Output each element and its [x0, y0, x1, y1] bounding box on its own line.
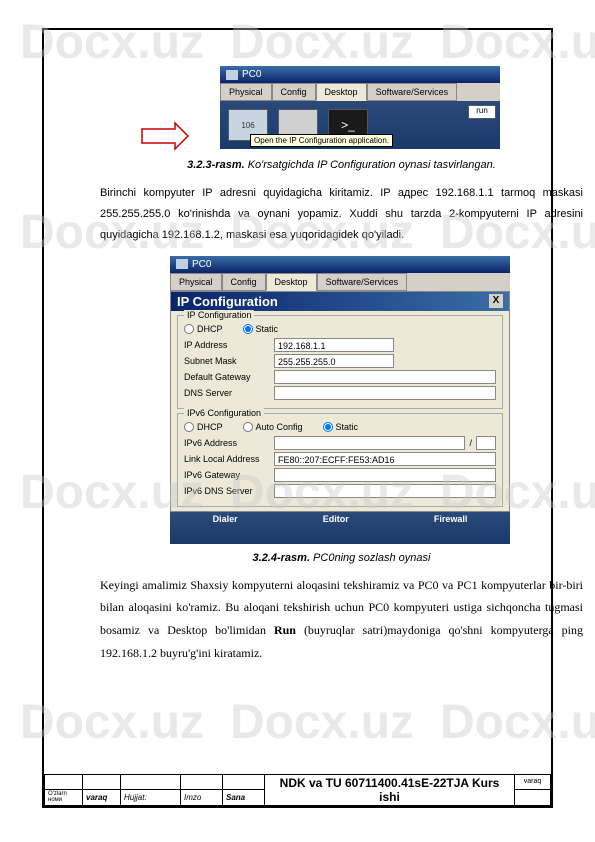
ipv6-prefix-field[interactable] — [476, 436, 496, 450]
paragraph-2: Keyingi amalimiz Shaxsiy kompyuterni alo… — [100, 574, 583, 665]
gateway-field[interactable] — [274, 370, 496, 384]
ipv4-group: IP Configuration DHCP Static IP Address1… — [177, 315, 503, 409]
footer-cell — [181, 775, 223, 790]
radio-label: DHCP — [197, 324, 223, 334]
arrow-pointer-icon — [140, 121, 190, 151]
link-local-label: Link Local Address — [184, 454, 274, 464]
caption-text: Ko'rsatgichda IP Configuration oynasi ta… — [245, 159, 496, 171]
dialer-label: Dialer — [213, 514, 238, 524]
footer-col4: Imzo — [181, 789, 223, 805]
ipconfig-header: IP Configuration X — [171, 292, 509, 311]
footer-col5: Sana — [223, 789, 265, 805]
radio-static-input[interactable] — [243, 324, 253, 334]
tab-software[interactable]: Software/Services — [317, 273, 408, 291]
dns-label: DNS Server — [184, 388, 274, 398]
group-legend: IPv6 Configuration — [184, 408, 264, 418]
window-title-text: PC0 — [242, 69, 261, 80]
caption-number: 3.2.3-rasm. — [187, 159, 244, 171]
radio-static6[interactable]: Static — [323, 422, 359, 432]
ipv6-address-label: IPv6 Address — [184, 438, 274, 448]
paragraph-1: Birinchi kompyuter IP adresni quyidagich… — [100, 183, 583, 246]
tab-config[interactable]: Config — [272, 83, 316, 101]
radio-label: Auto Config — [256, 422, 303, 432]
subnet-mask-field[interactable]: 255.255.255.0 — [274, 354, 394, 368]
caption-number: 3.2.4-rasm. — [253, 552, 310, 564]
tooltip: Open the IP Configuration application. — [250, 134, 393, 147]
subnet-mask-label: Subnet Mask — [184, 356, 274, 366]
tab-strip: Physical Config Desktop Software/Service… — [220, 83, 500, 101]
prefix-slash: / — [465, 438, 476, 448]
content-area: PC0 Physical Config Desktop Software/Ser… — [100, 66, 583, 675]
tab-strip-2: Physical Config Desktop Software/Service… — [170, 273, 510, 291]
tab-software[interactable]: Software/Services — [367, 83, 458, 101]
footer-page-number — [515, 789, 551, 805]
icon-label: 106 — [241, 121, 254, 130]
dns-field[interactable] — [274, 386, 496, 400]
ipconfig-panel: IP Configuration X IP Configuration DHCP… — [170, 291, 510, 512]
ipv6-dns-field[interactable] — [274, 484, 496, 498]
terminal-prompt: >_ — [341, 118, 355, 132]
footer-cell — [45, 775, 83, 790]
group-legend: IP Configuration — [184, 310, 254, 320]
radio-dhcp6-input[interactable] — [184, 422, 194, 432]
screenshot-ipconfig: PC0 Physical Config Desktop Software/Ser… — [170, 256, 510, 544]
tab-config[interactable]: Config — [222, 273, 266, 291]
ipv6-dns-label: IPv6 DNS Server — [184, 486, 274, 496]
footer-cell — [83, 775, 121, 790]
bottom-apps: Dialer Editor Firewall — [170, 512, 510, 544]
ipv6-group: IPv6 Configuration DHCP Auto Config Stat… — [177, 413, 503, 507]
ipv6-gateway-label: IPv6 Gateway — [184, 470, 274, 480]
footer-col2: varaq — [83, 789, 121, 805]
tab-desktop[interactable]: Desktop — [316, 83, 367, 101]
close-button[interactable]: X — [489, 294, 503, 308]
caption-text: PC0ning sozlash oynasi — [310, 552, 430, 564]
para2-run-bold: Run — [274, 623, 296, 637]
figure-caption-2: 3.2.4-rasm. PC0ning sozlash oynasi — [100, 552, 583, 564]
window-icon — [176, 259, 188, 269]
radio-dhcp6[interactable]: DHCP — [184, 422, 223, 432]
editor-label: Editor — [323, 514, 349, 524]
figure-caption-1: 3.2.3-rasm. Ko'rsatgichda IP Configurati… — [100, 159, 583, 171]
firewall-label: Firewall — [434, 514, 468, 524]
ip-address-field[interactable]: 192.168.1.1 — [274, 338, 394, 352]
window-titlebar-2: PC0 — [170, 256, 510, 273]
tab-physical[interactable]: Physical — [170, 273, 222, 291]
page-frame: PC0 Physical Config Desktop Software/Ser… — [42, 28, 553, 808]
footer-cell — [121, 775, 181, 790]
footer-varaq-header: varaq — [515, 775, 551, 790]
footer-cell — [223, 775, 265, 790]
footer-col1: O'zlarn номи — [45, 789, 83, 805]
tab-physical[interactable]: Physical — [220, 83, 272, 101]
radio-dhcp[interactable]: DHCP — [184, 324, 223, 334]
footer-col3: Hujjat: — [121, 789, 181, 805]
gateway-label: Default Gateway — [184, 372, 274, 382]
tab-desktop[interactable]: Desktop — [266, 273, 317, 291]
ipv4-radio-row: DHCP Static — [184, 324, 496, 334]
radio-label: DHCP — [197, 422, 223, 432]
footer-table: NDK va TU 60711400.41sE-22TJA Kurs ishi … — [44, 774, 551, 806]
ipv6-address-field[interactable] — [274, 436, 465, 450]
radio-autoconfig[interactable]: Auto Config — [243, 422, 303, 432]
radio-label: Static — [336, 422, 359, 432]
ipconfig-title: IP Configuration — [177, 294, 278, 309]
ip-address-label: IP Address — [184, 340, 274, 350]
radio-label: Static — [256, 324, 279, 334]
screenshot-pc0-desktop: PC0 Physical Config Desktop Software/Ser… — [220, 66, 500, 149]
footer-title: NDK va TU 60711400.41sE-22TJA Kurs ishi — [265, 775, 515, 806]
window-titlebar: PC0 — [220, 66, 500, 83]
ipv6-gateway-field[interactable] — [274, 468, 496, 482]
radio-dhcp-input[interactable] — [184, 324, 194, 334]
desktop-area: 106 >_ run Open the IP Configuration app… — [220, 101, 500, 149]
ipv6-radio-row: DHCP Auto Config Static — [184, 422, 496, 432]
radio-static[interactable]: Static — [243, 324, 279, 334]
window-icon — [226, 70, 238, 80]
run-button[interactable]: run — [468, 105, 496, 119]
window-title-text: PC0 — [192, 259, 211, 270]
radio-autoconfig-input[interactable] — [243, 422, 253, 432]
link-local-field[interactable]: FE80::207:ECFF:FE53:AD16 — [274, 452, 496, 466]
radio-static6-input[interactable] — [323, 422, 333, 432]
